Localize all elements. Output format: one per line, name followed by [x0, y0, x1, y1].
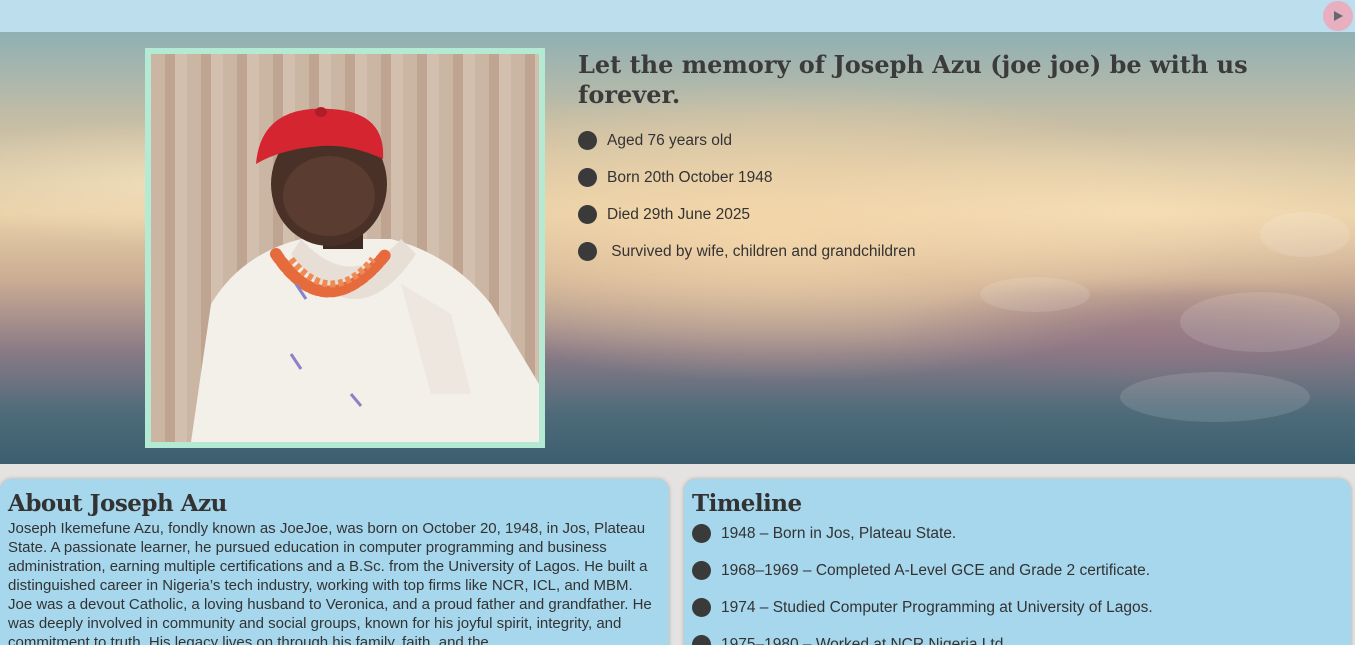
timeline-list: 1948 – Born in Jos, Plateau State. 1968–… [692, 515, 1343, 645]
fact-text: Survived by wife, children and grandchil… [607, 242, 916, 260]
timeline-item-text: 1974 – Studied Computer Programming at U… [721, 598, 1153, 616]
timeline-item-text: 1948 – Born in Jos, Plateau State. [721, 524, 957, 542]
memorial-portrait-photo [151, 54, 539, 442]
bullet-icon [578, 242, 597, 261]
fact-item: Aged 76 years old [578, 122, 1338, 159]
top-bar [0, 0, 1355, 32]
bullet-icon [578, 205, 597, 224]
play-icon [1334, 11, 1343, 21]
timeline-item-text: 1968–1969 – Completed A-Level GCE and Gr… [721, 561, 1151, 579]
about-title: About Joseph Azu [8, 490, 227, 517]
fact-text: Born 20th October 1948 [607, 168, 773, 186]
bullet-icon [692, 524, 711, 543]
about-body-text: Joseph Ikemefune Azu, fondly known as Jo… [8, 520, 652, 645]
about-card: About Joseph Azu Joseph Ikemefune Azu, f… [0, 479, 669, 645]
hero-text-block: Let the memory of Joseph Azu (joe joe) b… [578, 50, 1338, 270]
timeline-item-text: 1975–1980 – Worked at NCR Nigeria Ltd. [721, 635, 1008, 645]
fact-text: Aged 76 years old [607, 131, 732, 149]
bullet-icon [692, 561, 711, 580]
fact-text: Died 29th June 2025 [607, 205, 751, 223]
fact-item: Died 29th June 2025 [578, 196, 1338, 233]
bokeh-decoration [1180, 292, 1340, 352]
timeline-item: 1975–1980 – Worked at NCR Nigeria Ltd. [692, 626, 1343, 645]
timeline-item: 1948 – Born in Jos, Plateau State. [692, 515, 1343, 552]
bullet-icon [578, 168, 597, 187]
bokeh-decoration [980, 277, 1090, 312]
audio-play-button[interactable] [1323, 1, 1353, 31]
bullet-icon [692, 598, 711, 617]
fact-item: Born 20th October 1948 [578, 159, 1338, 196]
timeline-item: 1974 – Studied Computer Programming at U… [692, 589, 1343, 626]
hero-section: Let the memory of Joseph Azu (joe joe) b… [0, 32, 1355, 464]
bullet-icon [578, 131, 597, 150]
timeline-item: 1968–1969 – Completed A-Level GCE and Gr… [692, 552, 1343, 589]
bullet-icon [692, 635, 711, 645]
timeline-card: Timeline 1948 – Born in Jos, Plateau Sta… [684, 479, 1351, 645]
memorial-facts-list: Aged 76 years old Born 20th October 1948… [578, 122, 1338, 270]
fact-item: Survived by wife, children and grandchil… [578, 233, 1338, 270]
bokeh-decoration [1120, 372, 1310, 422]
memorial-title: Let the memory of Joseph Azu (joe joe) b… [578, 50, 1248, 109]
memorial-photo-frame [145, 48, 545, 448]
